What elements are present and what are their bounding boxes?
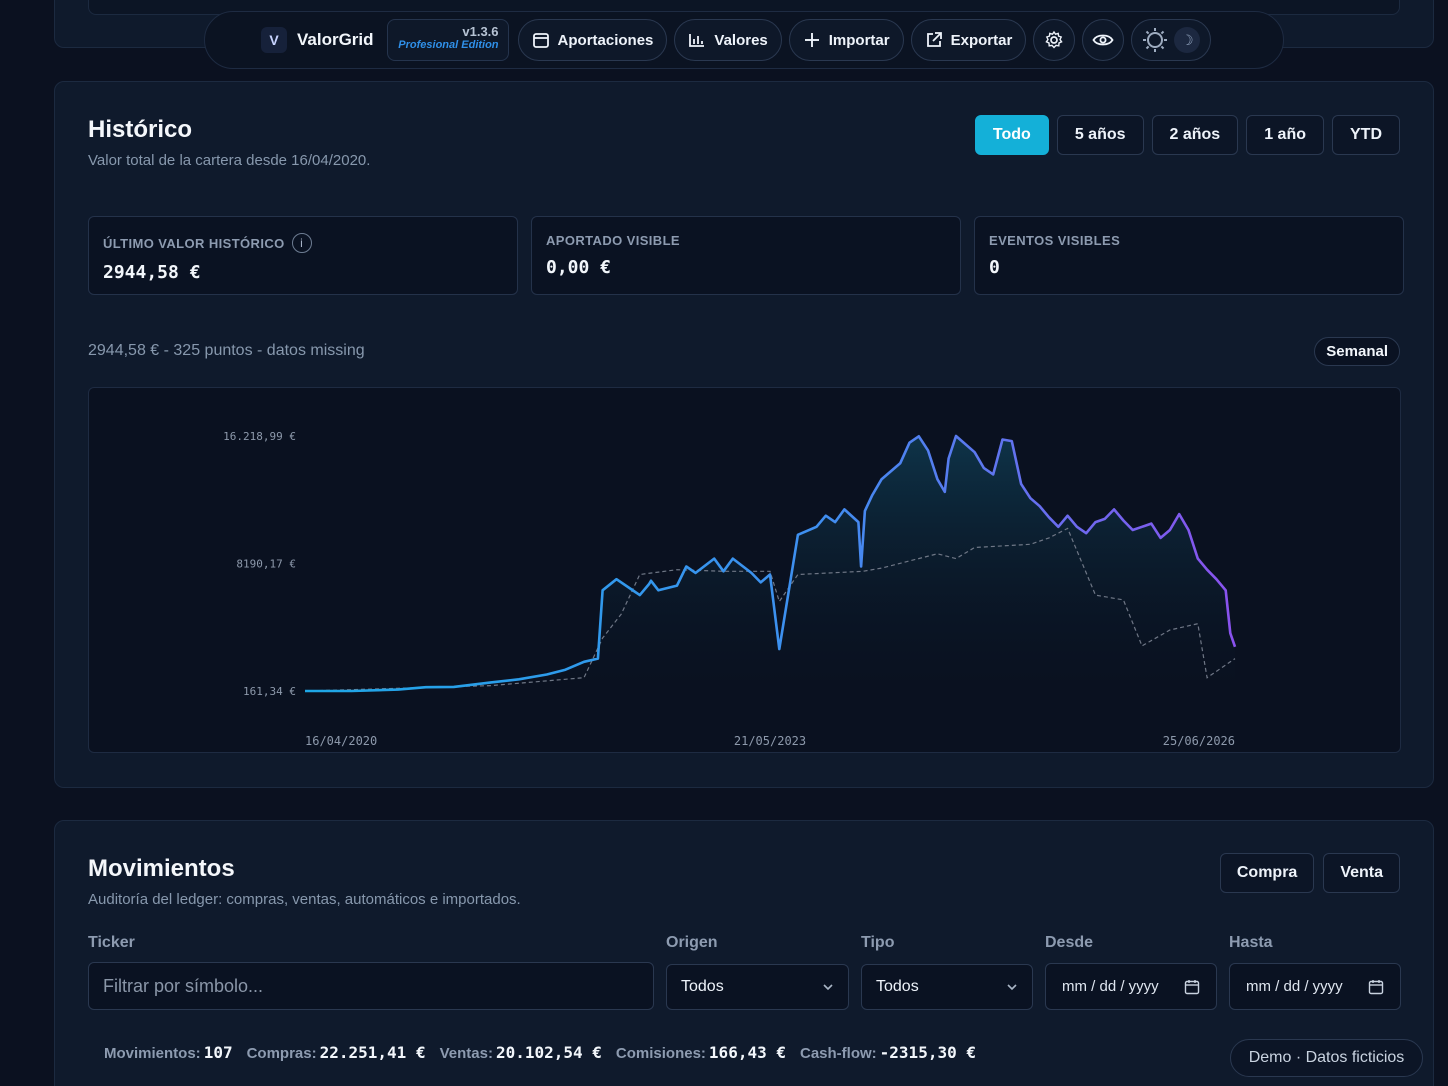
plus-icon	[803, 31, 821, 49]
range-selector: Todo 5 años 2 años 1 año YTD	[974, 115, 1400, 155]
stat-value: 0	[989, 257, 1000, 278]
tipo-label: Tipo	[861, 934, 895, 951]
summary-item: Compras: 22.251,41 €	[246, 1043, 426, 1062]
desde-date-input[interactable]: mm / dd / yyyy	[1045, 963, 1217, 1010]
version-number: v1.3.6	[462, 24, 499, 39]
movimientos-subtitle: Auditoría del ledger: compras, ventas, a…	[88, 891, 521, 908]
bar-chart-icon	[688, 31, 706, 49]
chart-meta: 2944,58 € - 325 puntos - datos missing	[88, 342, 365, 359]
range-5y-button[interactable]: 5 años	[1056, 115, 1144, 155]
calendar-icon[interactable]	[1184, 979, 1200, 995]
exportar-button[interactable]: Exportar	[910, 19, 1027, 61]
range-ytd-button[interactable]: YTD	[1332, 115, 1400, 155]
history-chart-svg: 16.218,99 € 8190,17 € 161,34 € 16/04/2020 21…	[223, 430, 1237, 748]
sun-icon	[1142, 27, 1168, 53]
origen-value: Todos	[681, 978, 724, 995]
moon-icon: ☽	[1174, 27, 1201, 53]
stat-label: EVENTOS VISIBLES	[989, 233, 1121, 248]
stat-eventos-visibles: EVENTOS VISIBLES 0	[974, 216, 1404, 295]
brand[interactable]: V ValorGrid	[261, 27, 374, 53]
hasta-date-input[interactable]: mm / dd / yyyy	[1229, 963, 1401, 1010]
calendar-icon	[532, 31, 550, 49]
theme-toggle[interactable]: ☽	[1131, 19, 1212, 61]
chevron-down-icon	[822, 981, 834, 993]
summary-item: Cash-flow: -2315,30 €	[799, 1043, 976, 1062]
settings-button[interactable]	[1033, 19, 1076, 61]
origen-label: Origen	[666, 934, 718, 951]
ticker-label: Ticker	[88, 934, 135, 951]
stat-ultimo-valor: ÚLTIMO VALOR HISTÓRICO i 2944,58 €	[88, 216, 518, 295]
historico-subtitle: Valor total de la cartera desde 16/04/20…	[88, 152, 371, 169]
top-toolbar: V ValorGrid v1.3.6 Profesional Edition A…	[204, 11, 1284, 69]
tipo-value: Todos	[876, 978, 919, 995]
calendar-icon[interactable]	[1368, 979, 1384, 995]
range-2y-button[interactable]: 2 años	[1151, 115, 1239, 155]
stat-label: ÚLTIMO VALOR HISTÓRICO	[103, 235, 285, 251]
stat-label: APORTADO VISIBLE	[546, 233, 681, 248]
version-badge: v1.3.6 Profesional Edition	[386, 19, 509, 61]
stats-row: ÚLTIMO VALOR HISTÓRICO i 2944,58 € APORT…	[88, 216, 1404, 295]
stat-value: 0,00 €	[546, 257, 612, 278]
hasta-value: mm / dd / yyyy	[1246, 978, 1343, 995]
tipo-select[interactable]: Todos	[861, 964, 1033, 1010]
summary-item: Comisiones: 166,43 €	[615, 1043, 786, 1062]
hasta-label: Hasta	[1229, 934, 1273, 951]
external-link-icon	[925, 31, 943, 49]
eye-icon	[1092, 32, 1114, 48]
stat-value: 2944,58 €	[103, 262, 201, 283]
aportaciones-button[interactable]: Aportaciones	[517, 19, 668, 61]
movimientos-summary: Movimientos: 107 Compras: 22.251,41 € Vent…	[104, 1043, 976, 1062]
chevron-down-icon	[1006, 981, 1018, 993]
valores-label: Valores	[714, 31, 768, 49]
ticker-filter-input[interactable]	[88, 962, 654, 1010]
y-tick-label: 8190,17 €	[236, 558, 296, 571]
range-1y-button[interactable]: 1 año	[1246, 115, 1324, 155]
desde-value: mm / dd / yyyy	[1062, 978, 1159, 995]
valores-button[interactable]: Valores	[674, 19, 782, 61]
series-area	[305, 436, 1235, 691]
range-todo-button[interactable]: Todo	[974, 115, 1049, 155]
summary-item: Movimientos: 107	[104, 1043, 233, 1062]
x-tick-label: 25/06/2026	[1163, 734, 1235, 748]
x-tick-label: 16/04/2020	[305, 734, 377, 748]
frequency-toggle[interactable]: Semanal	[1314, 337, 1400, 366]
origen-select[interactable]: Todos	[666, 964, 849, 1010]
history-chart[interactable]: 16.218,99 € 8190,17 € 161,34 € 16/04/2020 21…	[88, 387, 1401, 753]
demo-badge: Demo · Datos ficticios	[1230, 1039, 1423, 1077]
movimientos-title: Movimientos	[88, 855, 235, 882]
y-tick-label: 16.218,99 €	[223, 430, 296, 443]
importar-label: Importar	[828, 31, 890, 49]
historico-card: Histórico Valor total de la cartera desd…	[54, 81, 1434, 788]
brand-name: ValorGrid	[297, 30, 374, 49]
summary-item: Ventas: 20.102,54 €	[439, 1043, 602, 1062]
stat-aportado-visible: APORTADO VISIBLE 0,00 €	[531, 216, 961, 295]
desde-label: Desde	[1045, 934, 1094, 951]
edition-label: Profesional Edition	[398, 39, 499, 51]
gear-icon	[1044, 30, 1064, 50]
historico-title: Histórico	[88, 116, 193, 143]
y-tick-label: 161,34 €	[243, 685, 296, 698]
venta-button[interactable]: Venta	[1323, 853, 1400, 893]
compra-button[interactable]: Compra	[1219, 853, 1315, 893]
brand-logo-icon: V	[261, 27, 287, 53]
movimientos-actions: Compra Venta	[1219, 853, 1400, 893]
exportar-label: Exportar	[950, 31, 1013, 49]
x-tick-label: 21/05/2023	[734, 734, 806, 748]
visibility-button[interactable]	[1082, 19, 1125, 61]
importar-button[interactable]: Importar	[788, 19, 904, 61]
info-icon[interactable]: i	[291, 233, 312, 253]
aportaciones-label: Aportaciones	[557, 31, 654, 49]
movimientos-card: Movimientos Auditoría del ledger: compra…	[54, 820, 1434, 1086]
